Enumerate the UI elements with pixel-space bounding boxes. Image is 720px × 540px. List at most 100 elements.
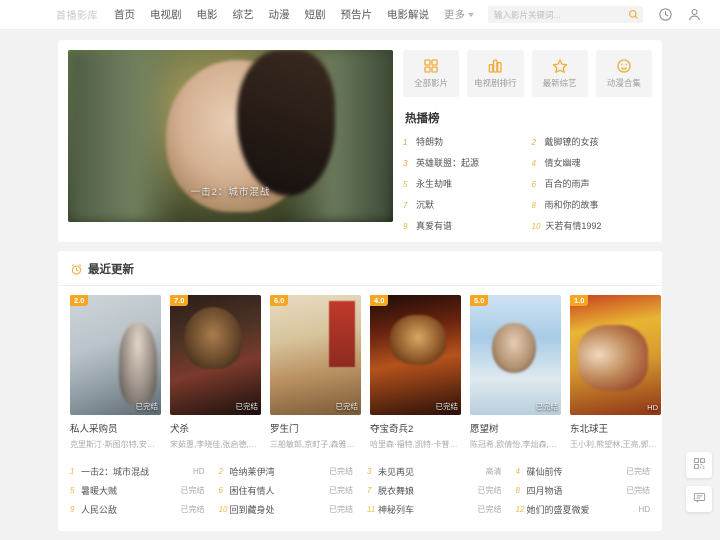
list-title: 她们的盛夏微爱 bbox=[526, 505, 590, 515]
list-item[interactable]: 12 她们的盛夏微爱 HD bbox=[516, 500, 651, 519]
nav-item-more[interactable]: 更多 bbox=[444, 7, 474, 22]
list-status: 高清 bbox=[485, 467, 502, 476]
site-header: 首播影库 首页 电视剧 电影 综艺 动漫 短剧 预告片 电影解说 更多 bbox=[0, 0, 720, 30]
history-clock-icon[interactable] bbox=[658, 7, 673, 22]
list-number: 9 bbox=[70, 505, 75, 514]
list-item[interactable]: 10 天若有情1992 bbox=[532, 219, 653, 232]
rating-badge: 6.0 bbox=[270, 295, 289, 306]
rating-badge: 4.0 bbox=[370, 295, 389, 306]
list-item[interactable]: 6 困住有情人 已完结 bbox=[219, 481, 354, 500]
rank-number: 8 bbox=[531, 201, 536, 210]
tile-latest-variety[interactable]: 最新综艺 bbox=[531, 50, 588, 97]
poster-image[interactable]: 6.0 已完结 bbox=[270, 295, 361, 415]
list-item[interactable]: 10 回到藏身处 已完结 bbox=[219, 500, 354, 519]
poster-image[interactable]: 1.0 HD bbox=[570, 295, 661, 415]
nav-item-trailer[interactable]: 预告片 bbox=[341, 7, 373, 22]
movie-card[interactable]: 6.0 已完结 罗生门 三船敏郎,京町子,森雅之... bbox=[270, 295, 361, 450]
rank-title: 永生劫唯 bbox=[416, 179, 453, 189]
list-item[interactable]: 9 人民公敌 已完结 bbox=[70, 500, 205, 519]
message-button[interactable] bbox=[686, 486, 712, 512]
list-number: 2 bbox=[218, 467, 223, 476]
list-item[interactable]: 7 沉默 bbox=[403, 198, 524, 211]
hero-caption: 一击2：城市混战 bbox=[190, 187, 271, 198]
list-number: 5 bbox=[70, 486, 75, 495]
list-item[interactable]: 8 四月物语 已完结 bbox=[516, 481, 651, 500]
site-logo[interactable]: 首播影库 bbox=[56, 7, 98, 22]
search-input[interactable] bbox=[494, 9, 637, 20]
list-status: 已完结 bbox=[329, 505, 353, 514]
tile-all-films[interactable]: 全部影片 bbox=[403, 50, 460, 97]
poster-image[interactable]: 7.0 已完结 bbox=[170, 295, 261, 415]
list-title: 回到藏身处 bbox=[229, 505, 275, 515]
status-badge: 已完结 bbox=[235, 402, 259, 411]
tile-anime-collection[interactable]: 动漫合集 bbox=[595, 50, 652, 97]
list-item[interactable]: 2 戴脚镣的女孩 bbox=[532, 135, 653, 148]
rank-title: 真爱有谱 bbox=[416, 221, 453, 231]
list-status: 已完结 bbox=[626, 467, 650, 476]
list-item[interactable]: 1 一击2：城市混战 HD bbox=[70, 462, 205, 481]
list-item[interactable]: 4 倩女幽魂 bbox=[532, 156, 653, 169]
list-item[interactable]: 11 神秘列车 已完结 bbox=[367, 500, 502, 519]
nav-item-shortdrama[interactable]: 短剧 bbox=[305, 7, 326, 22]
quick-link-tiles: 全部影片 电视剧排行 最新综艺 动漫合集 bbox=[403, 50, 652, 97]
list-item[interactable]: 1 特朗勃 bbox=[403, 135, 524, 148]
list-number: 12 bbox=[515, 505, 525, 514]
rank-title: 戴脚镣的女孩 bbox=[544, 137, 599, 147]
recent-updates-header: 最近更新 bbox=[58, 251, 662, 286]
list-title: 四月物语 bbox=[526, 486, 563, 496]
list-item[interactable]: 6 百合的雨声 bbox=[532, 177, 653, 190]
hero-panel: 一击2：城市混战 全部影片 电视剧排行 最新综艺 动漫合集 热播榜 1 特朗勃 … bbox=[58, 40, 662, 242]
rating-badge: 7.0 bbox=[170, 295, 189, 306]
list-item[interactable]: 7 脱衣舞娘 已完结 bbox=[367, 481, 502, 500]
hero-subject-hair bbox=[237, 50, 335, 197]
nav-item-anime[interactable]: 动漫 bbox=[269, 7, 290, 22]
nav-item-variety[interactable]: 综艺 bbox=[233, 7, 254, 22]
list-item[interactable]: 2 哈纳莱伊湾 已完结 bbox=[219, 462, 354, 481]
list-status: 已完结 bbox=[180, 505, 205, 514]
search-icon[interactable] bbox=[627, 8, 640, 21]
list-number: 11 bbox=[367, 505, 376, 514]
movie-card[interactable]: 7.0 已完结 犬杀 宋茹惠,李晓佳,张启德,高... bbox=[170, 295, 261, 450]
rank-number: 6 bbox=[531, 180, 536, 189]
qrcode-button[interactable] bbox=[686, 452, 712, 478]
list-status: 已完结 bbox=[329, 467, 353, 476]
list-item[interactable]: 5 永生劫唯 bbox=[403, 177, 524, 190]
poster-image[interactable]: 5.0 已完结 bbox=[470, 295, 561, 415]
nav-item-tv[interactable]: 电视剧 bbox=[150, 7, 182, 22]
card-title: 东北球王 bbox=[570, 424, 609, 435]
nav-more-label: 更多 bbox=[444, 9, 465, 21]
movie-card[interactable]: 2.0 已完结 私人采购员 克里斯汀·斯图尔特,安德... bbox=[70, 295, 161, 450]
rating-badge: 2.0 bbox=[70, 295, 89, 306]
search-box[interactable] bbox=[488, 6, 643, 23]
list-item[interactable]: 4 碟仙前传 已完结 bbox=[516, 462, 651, 481]
list-item[interactable]: 3 未见再见 高清 bbox=[367, 462, 502, 481]
user-icon[interactable] bbox=[687, 7, 702, 22]
list-number: 3 bbox=[367, 467, 372, 476]
hot-ranking-list: 1 特朗勃 2 戴脚镣的女孩 3 英雄联盟：起源 4 倩女幽魂 5 永生劫唯 6 百合的雨声… bbox=[403, 135, 652, 232]
nav-item-movie[interactable]: 电影 bbox=[197, 7, 218, 22]
tile-tv-ranking[interactable]: 电视剧排行 bbox=[467, 50, 524, 97]
page-body: 一击2：城市混战 全部影片 电视剧排行 最新综艺 动漫合集 热播榜 1 特朗勃 … bbox=[0, 30, 720, 540]
poster-image[interactable]: 4.0 已完结 bbox=[370, 295, 461, 415]
nav-item-home[interactable]: 首页 bbox=[114, 7, 135, 22]
rank-number: 3 bbox=[403, 159, 408, 168]
poster-image[interactable]: 2.0 已完结 bbox=[70, 295, 161, 415]
rank-title: 百合的雨声 bbox=[544, 179, 590, 189]
card-title: 罗生门 bbox=[270, 424, 299, 435]
list-item[interactable]: 9 真爱有谱 bbox=[403, 219, 524, 232]
list-item[interactable]: 3 英雄联盟：起源 bbox=[403, 156, 524, 169]
hero-featured-image[interactable]: 一击2：城市混战 bbox=[68, 50, 393, 222]
message-icon bbox=[693, 491, 706, 507]
list-item[interactable]: 5 暑暖大贼 已完结 bbox=[70, 481, 205, 500]
movie-card[interactable]: 1.0 HD 东北球王 王小利,熊望林,王亮,郭亚... bbox=[570, 295, 661, 450]
card-cast: 三船敏郎,京町子,森雅之... bbox=[270, 440, 361, 449]
nav-item-commentary[interactable]: 电影解说 bbox=[387, 7, 429, 22]
status-badge: HD bbox=[647, 403, 658, 412]
rank-title: 雨和你的故事 bbox=[544, 200, 599, 210]
rating-badge: 1.0 bbox=[570, 295, 589, 306]
list-item[interactable]: 8 雨和你的故事 bbox=[532, 198, 653, 211]
movie-card[interactable]: 4.0 已完结 夺宝奇兵2 哈里森·福特,凯特·卡普肖... bbox=[370, 295, 461, 450]
list-status: 已完结 bbox=[180, 486, 205, 495]
list-status: HD bbox=[192, 467, 205, 476]
movie-card[interactable]: 5.0 已完结 愿望树 陈冠希,欧倩怡,李灿森,阿... bbox=[470, 295, 561, 450]
